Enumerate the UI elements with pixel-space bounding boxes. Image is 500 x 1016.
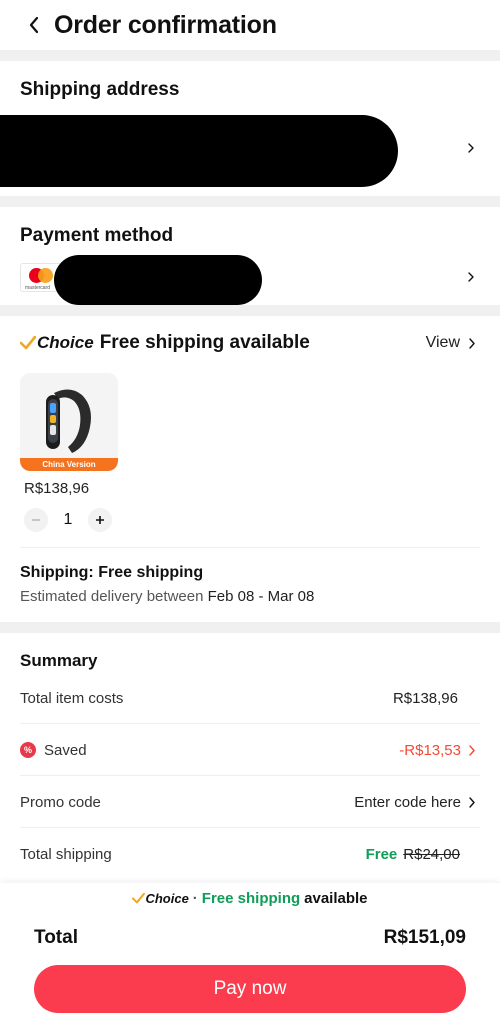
choice-header: Choice Free shipping available [20, 332, 310, 354]
decrease-quantity-button[interactable] [24, 508, 48, 532]
chevron-right-icon [468, 143, 474, 153]
total-shipping-row: Total shipping Free R$24,00 [20, 841, 476, 867]
card-brand-text: mastercard [25, 285, 51, 291]
banner-dot: · [192, 889, 198, 907]
redacted-card-number [54, 255, 262, 305]
choice-logo: Choice [20, 333, 94, 353]
eta-dates: Feb 08 - Mar 08 [207, 588, 315, 605]
total-shipping-value-group: Free R$24,00 [366, 846, 460, 863]
promo-code-label: Promo code [20, 793, 101, 811]
free-shipping-title: Free shipping available [99, 332, 310, 353]
redacted-address [0, 115, 398, 187]
saved-label: Saved [44, 741, 87, 759]
page-title: Order confirmation [54, 10, 277, 39]
order-confirmation-page: Order confirmation Shipping address Paym… [0, 0, 500, 1016]
banner-suffix: available [304, 889, 368, 907]
summary-title: Summary [20, 651, 98, 670]
pay-now-button[interactable]: Pay now [34, 965, 466, 1013]
eta-prefix: Estimated delivery between [20, 588, 204, 605]
divider [20, 775, 480, 776]
saved-label-group: % Saved [20, 742, 87, 759]
free-shipping-banner: Choice · Free shipping available [0, 883, 500, 913]
shipping-original-price: R$24,00 [403, 845, 460, 863]
choice-logo: Choice [132, 890, 189, 906]
total-item-costs-label: Total item costs [20, 689, 124, 707]
quantity-stepper: 1 [24, 508, 112, 532]
choice-label: Choice [37, 333, 94, 352]
increase-quantity-button[interactable] [88, 508, 112, 532]
total-item-costs-row: Total item costs R$138,96 [20, 685, 476, 711]
shipping-method-line: Shipping: Free shipping [20, 564, 204, 581]
saved-value-group: -R$13,53 [399, 742, 476, 759]
payment-method-title: Payment method [20, 225, 174, 246]
back-button[interactable] [14, 5, 54, 45]
total-label: Total [34, 927, 78, 948]
shipping-address-title: Shipping address [20, 79, 180, 100]
total-shipping-label: Total shipping [20, 845, 112, 863]
view-label: View [425, 334, 460, 351]
product-thumbnail[interactable]: China Version [20, 373, 118, 471]
plus-icon [96, 516, 104, 524]
total-value: R$151,09 [383, 927, 466, 948]
estimated-delivery: Estimated delivery between Feb 08 - Mar … [20, 588, 314, 605]
smart-band-image [46, 389, 91, 453]
checkmark-icon [132, 892, 146, 903]
divider [20, 723, 480, 724]
payment-method-card[interactable]: Payment method mastercard [0, 207, 500, 305]
banner-free-shipping: Free shipping [201, 889, 301, 907]
product-price: R$138,96 [24, 480, 90, 497]
summary-card: Summary Total item costs R$138,96 % Save… [0, 633, 500, 888]
checkout-bottom-bar: Choice · Free shipping available Total R… [0, 883, 500, 1016]
discount-icon: % [20, 742, 36, 758]
promo-code-row[interactable]: Promo code Enter code here [20, 789, 476, 815]
header-bar: Order confirmation [0, 0, 500, 50]
chevron-right-icon [468, 272, 474, 282]
view-link[interactable]: View [426, 334, 476, 352]
saved-value: -R$13,53 [399, 741, 461, 759]
chevron-right-icon [469, 337, 475, 349]
chevron-right-icon [469, 744, 475, 756]
divider [20, 827, 480, 828]
promo-code-placeholder: Enter code here [354, 793, 461, 811]
banner-choice-label: Choice [145, 890, 189, 906]
quantity-value: 1 [63, 511, 73, 528]
promo-code-value-group: Enter code here [354, 794, 476, 811]
shipping-free-value: Free [365, 845, 398, 863]
total-item-costs-value: R$138,96 [392, 689, 458, 707]
saved-row[interactable]: % Saved -R$13,53 [20, 737, 476, 763]
divider [20, 547, 480, 548]
minus-icon [32, 519, 40, 521]
chevron-right-icon [469, 796, 475, 808]
checkmark-icon [20, 336, 36, 350]
back-arrow-icon [29, 16, 39, 34]
shipping-address-card[interactable]: Shipping address [0, 61, 500, 196]
china-version-badge: China Version [20, 458, 118, 471]
order-item-card: Choice Free shipping available View Chin… [0, 316, 500, 622]
total-row: Total R$151,09 [34, 927, 466, 949]
